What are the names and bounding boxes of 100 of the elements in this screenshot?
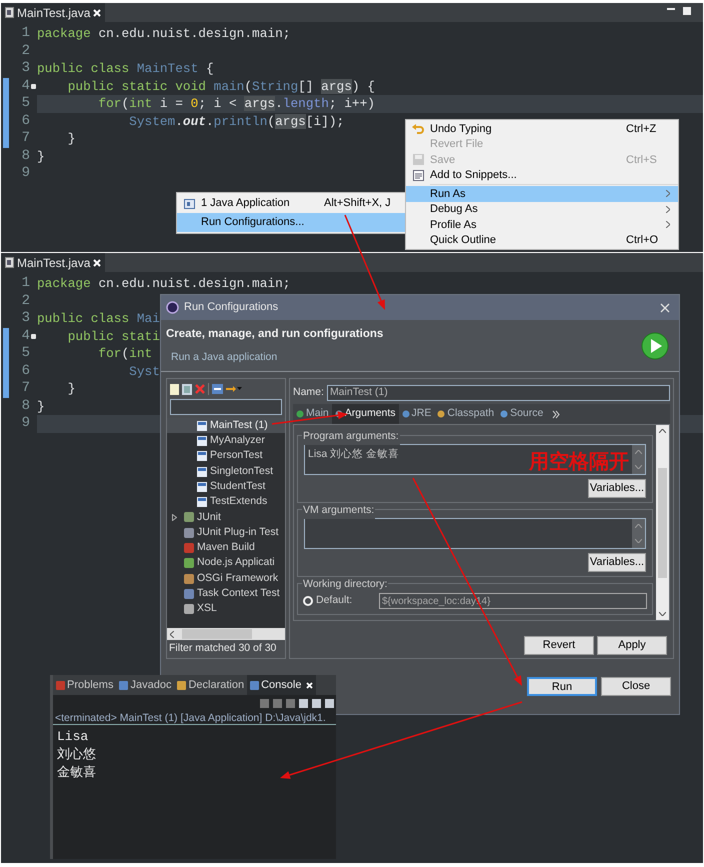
dialog-button[interactable]: Run (527, 677, 597, 696)
code-line: for(int (97, 345, 152, 364)
menu-item[interactable]: 1 Java Application Alt+Shift+X, J (177, 194, 406, 213)
vertical-scrollbar[interactable] (656, 425, 669, 620)
dialog-button[interactable]: Revert (524, 636, 594, 655)
name-field[interactable]: MainTest (1) (326, 385, 670, 401)
console-status: <terminated> MainTest (1) [Java Application] D:\Java\jdk1. (53, 711, 336, 725)
tree-item[interactable]: JUnit (167, 510, 285, 526)
code-line: System.out.println(args[i]); (128, 112, 344, 131)
console-output-line: 刘心悠 (57, 746, 97, 764)
view-tab[interactable]: Javadoc (116, 675, 174, 695)
menu-item[interactable]: Run As (406, 186, 678, 202)
filter-arrow-icon[interactable] (226, 385, 242, 393)
config-type-icon (184, 588, 194, 599)
window-title: Run Configurations (184, 300, 280, 316)
tab[interactable]: Main (293, 404, 332, 424)
collapse-icon[interactable] (212, 384, 223, 394)
tab[interactable]: Arguments (332, 404, 399, 424)
name-label: Name: (293, 385, 324, 400)
code-line: } (37, 148, 45, 166)
menu-item[interactable]: Add to Snippets... (406, 168, 678, 183)
line-number: 5 (20, 344, 30, 364)
code-line: public class MainTest { (37, 60, 214, 78)
tab-icon (296, 410, 304, 418)
filter-field[interactable] (170, 399, 282, 415)
line-number: 9 (20, 164, 30, 184)
scroll-left-icon[interactable] (170, 630, 174, 638)
view-tab[interactable]: Problems (53, 675, 116, 695)
java-config-icon (197, 436, 207, 446)
menu-item[interactable]: Profile As (406, 217, 678, 232)
duplicate-icon[interactable] (182, 384, 192, 394)
code-line: } (66, 130, 76, 148)
editor-tab[interactable]: MainTest.java (1, 253, 106, 272)
code-line: Syst (128, 362, 160, 381)
dialog-subtitle: Run a Java application (170, 350, 278, 366)
tree-item[interactable]: PersonTest (167, 448, 285, 464)
tab[interactable]: JRE (398, 404, 434, 424)
snippet-icon (412, 170, 424, 181)
tree-item[interactable]: XSL (167, 602, 285, 617)
line-number: 2 (20, 292, 30, 311)
line-number: 3 (20, 59, 30, 78)
line-number: 6 (20, 362, 30, 381)
java-config-icon (197, 482, 207, 492)
radio-button[interactable] (303, 596, 313, 606)
tab-icon (402, 410, 410, 418)
annotation-note: 用空格隔开 (529, 450, 629, 472)
scroll-up-icon[interactable] (659, 429, 666, 433)
more-tabs-icon[interactable] (552, 410, 560, 418)
horizontal-scrollbar[interactable] (167, 628, 285, 640)
code-line: package cn.edu.nuist.design.main; (37, 25, 290, 44)
menu-item[interactable]: Undo Typing Ctrl+Z (406, 121, 678, 136)
menu-item[interactable]: Run Configurations... (177, 213, 406, 232)
file-icon (5, 7, 14, 18)
line-number: 4 (20, 76, 30, 96)
tree-item[interactable]: Node.js Applicati (167, 556, 285, 571)
java-config-icon (197, 420, 207, 431)
tree-item[interactable]: StudentTest (167, 479, 285, 494)
code-line: public static void main(String[] args) { (66, 78, 375, 96)
menu-item[interactable]: Quick Outline Ctrl+O (406, 232, 678, 248)
tree-item[interactable]: OSGi Framework (167, 570, 285, 586)
dialog-heading: Create, manage, and run configurations (166, 327, 384, 342)
app-icon (166, 301, 179, 314)
dialog-button[interactable]: Variables... (588, 553, 646, 572)
line-number: 9 (20, 414, 30, 434)
filter-status: Filter matched 30 of 30 (168, 641, 278, 656)
tree-item[interactable]: SingletonTest (167, 464, 285, 480)
code-line: public stati (66, 328, 160, 346)
dialog-button[interactable]: Apply (597, 636, 667, 655)
view-tab[interactable]: Declaration (174, 675, 248, 695)
file-icon (5, 257, 14, 268)
tree-item[interactable]: Task Context Test (167, 586, 285, 602)
view-tab[interactable]: Console (247, 675, 316, 695)
dialog-button[interactable]: Variables... (588, 479, 646, 498)
line-number: 4 (20, 326, 30, 346)
menu-item[interactable]: Debug As (406, 202, 678, 217)
expand-icon[interactable] (172, 514, 177, 521)
tab[interactable]: Source (497, 404, 546, 424)
line-number: 2 (20, 42, 30, 61)
tab-icon (437, 410, 446, 418)
line-number: 7 (20, 379, 30, 398)
config-type-icon (184, 528, 194, 538)
dialog-button[interactable]: Close (601, 677, 671, 696)
config-type-icon (184, 558, 194, 568)
java-config-icon (197, 451, 207, 462)
scroll-down-icon[interactable] (659, 612, 666, 616)
application-icon (184, 198, 194, 208)
editor-tab[interactable]: MainTest.java (1, 3, 106, 22)
code-line: package cn.edu.nuist.design.main; (37, 275, 290, 294)
tree-item[interactable]: Maven Build (167, 540, 285, 556)
line-number: 8 (20, 146, 30, 166)
new-config-icon[interactable] (170, 384, 179, 394)
tree-item[interactable]: JUnit Plug-in Test (167, 525, 285, 540)
code-line: public class Mai (37, 310, 160, 328)
tree-item[interactable]: MyAnalyzer (167, 433, 285, 449)
tab[interactable]: Classpath (434, 404, 498, 424)
radio-label: Default: (316, 593, 354, 608)
line-number: 7 (20, 129, 30, 148)
tree-item[interactable]: TestExtends (167, 494, 285, 510)
java-config-icon (197, 497, 207, 508)
tree-item[interactable]: MainTest (1) (167, 418, 285, 434)
